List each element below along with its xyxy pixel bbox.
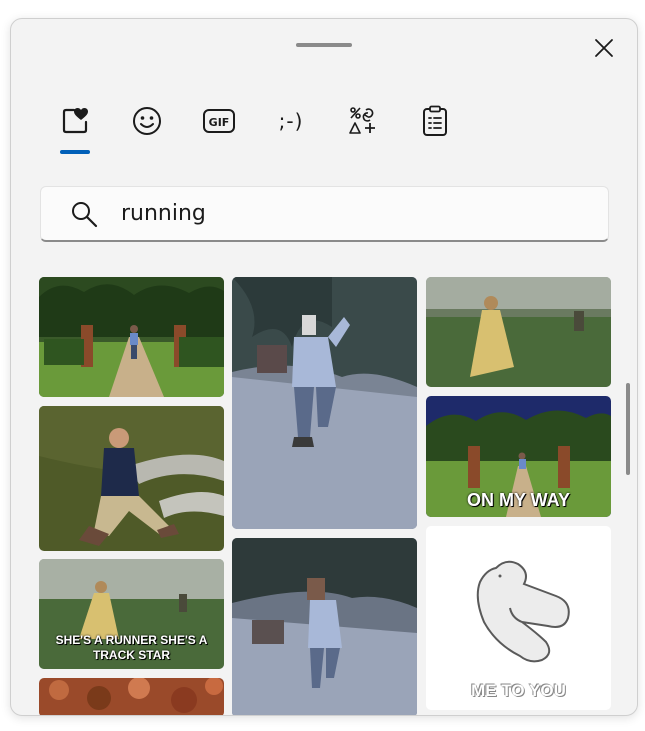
tab-emoji[interactable] xyxy=(111,89,183,169)
gif-result[interactable] xyxy=(39,678,224,715)
heart-icon xyxy=(62,108,88,134)
tab-clipboard[interactable] xyxy=(399,89,471,169)
tab-favorites[interactable] xyxy=(39,89,111,169)
category-tabs: GIF ;-) xyxy=(39,89,471,169)
search-input[interactable] xyxy=(121,201,561,226)
tab-gif[interactable]: GIF xyxy=(183,89,255,169)
gif-result[interactable] xyxy=(232,277,417,529)
clipboard-icon xyxy=(423,105,447,136)
gif-caption: ON MY WAY xyxy=(466,490,571,510)
gif-result[interactable] xyxy=(426,277,611,387)
drag-handle[interactable] xyxy=(296,43,352,47)
smiley-icon xyxy=(133,107,161,135)
search-icon xyxy=(72,201,98,227)
tab-symbols[interactable] xyxy=(327,89,399,169)
gif-result[interactable]: ME TO YOU xyxy=(426,526,611,710)
gif-result[interactable]: SHE'S A RUNNER SHE'S A TRACK STAR xyxy=(39,559,224,669)
close-icon xyxy=(595,39,613,57)
gif-result[interactable] xyxy=(39,406,224,551)
gif-caption: SHE'S A RUNNER SHE'S A TRACK STAR xyxy=(55,633,208,662)
search-box[interactable] xyxy=(40,186,609,242)
gif-result[interactable] xyxy=(39,277,224,397)
gif-result[interactable] xyxy=(232,538,417,715)
gif-icon-label: GIF xyxy=(209,116,230,129)
symbols-icon xyxy=(349,107,375,134)
close-button[interactable] xyxy=(589,33,619,63)
kaomoji-icon: ;-) xyxy=(278,109,304,133)
gif-caption: ME TO YOU xyxy=(471,681,566,700)
tab-kaomoji[interactable]: ;-) xyxy=(255,89,327,169)
gif-icon: GIF xyxy=(203,109,235,133)
emoji-panel: GIF ;-) running SHE'S A RUNNER SHE'S A T… xyxy=(10,18,638,716)
gif-result[interactable]: ON MY WAY xyxy=(426,396,611,517)
scrollbar-thumb[interactable] xyxy=(626,383,630,475)
active-tab-indicator xyxy=(60,150,90,154)
